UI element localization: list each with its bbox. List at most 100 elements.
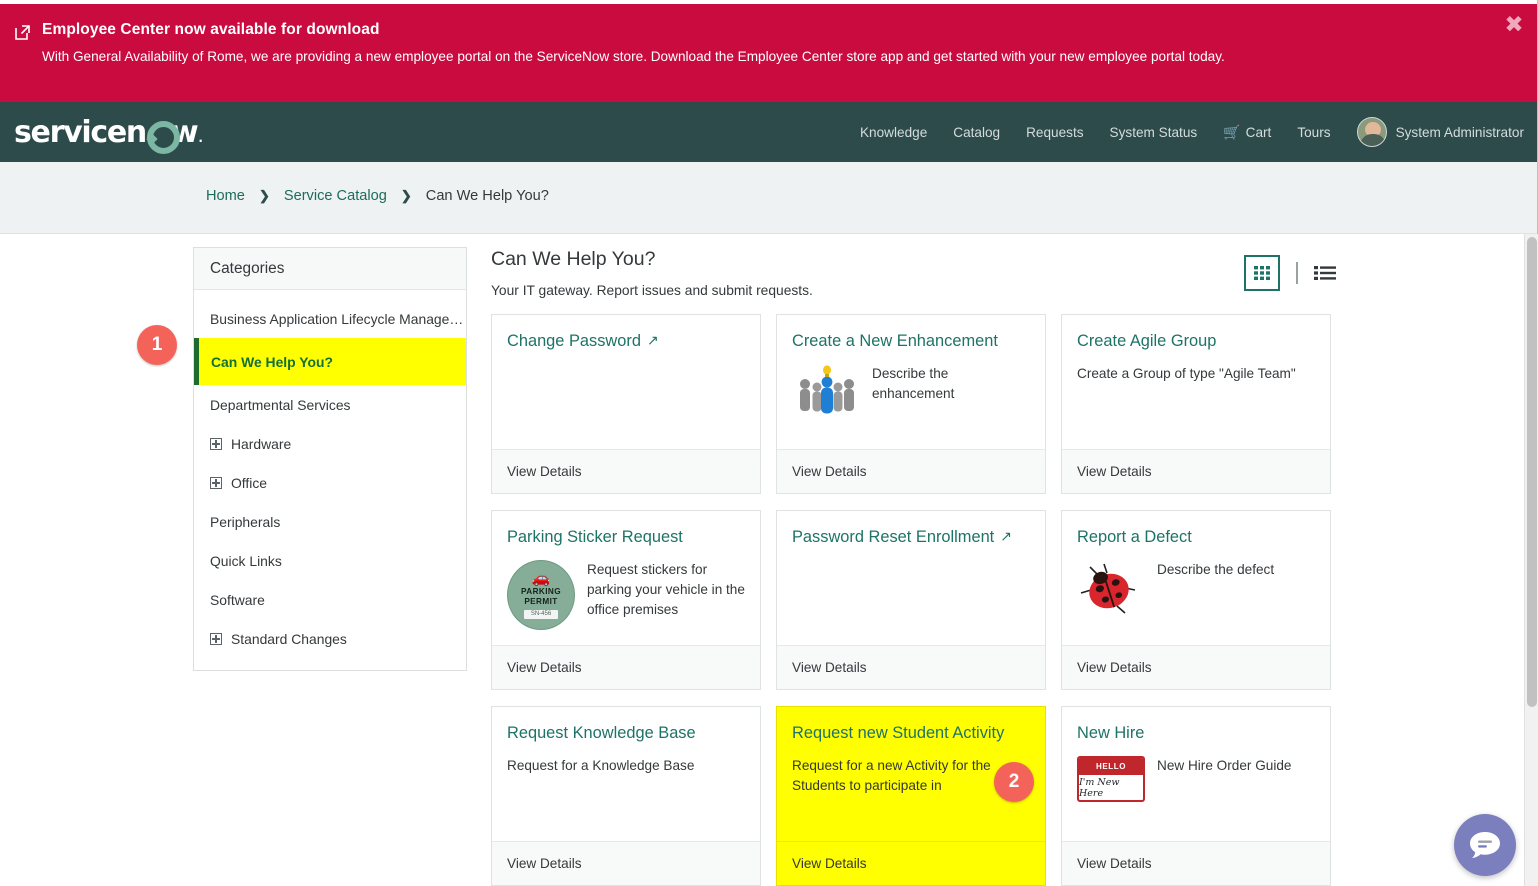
sidebar-item-quick-links[interactable]: Quick Links	[194, 541, 466, 580]
card-body: Password Reset Enrollment ↗	[777, 511, 1045, 645]
sidebar-item-can-we-help-you[interactable]: Can We Help You?	[194, 338, 466, 385]
card-title: Report a Defect	[1077, 527, 1315, 548]
nav-item-cart[interactable]: 🛒 Cart	[1223, 124, 1271, 141]
card-body: Create Agile Group Create a Group of typ…	[1062, 315, 1330, 449]
external-link-icon: ↗	[646, 332, 659, 348]
user-name: System Administrator	[1395, 124, 1524, 140]
sidebar-item-label: Business Application Lifecycle Manage…	[210, 310, 464, 327]
logo-tm: .	[198, 130, 203, 145]
view-details-link[interactable]: View Details	[1062, 841, 1330, 885]
card-title: Parking Sticker Request	[507, 527, 745, 548]
card-create-agile-group[interactable]: Create Agile Group Create a Group of typ…	[1061, 314, 1331, 494]
category-list: Business Application Lifecycle Manage… C…	[194, 290, 466, 670]
card-description: Create a Group of type "Agile Team"	[1077, 366, 1296, 381]
card-report-a-defect[interactable]: Report a Defect Describe the defect View…	[1061, 510, 1331, 690]
sidebar-item-label: Software	[210, 591, 265, 608]
sidebar-item-business-application-lifecycle-management[interactable]: Business Application Lifecycle Manage…	[194, 299, 466, 338]
servicenow-logo[interactable]: servicen w.	[14, 114, 203, 154]
nav-item-requests[interactable]: Requests	[1026, 125, 1083, 140]
cart-label: Cart	[1245, 124, 1272, 140]
card-password-reset-enrollment[interactable]: Password Reset Enrollment ↗ View Details	[776, 510, 1046, 690]
view-details-link[interactable]: View Details	[777, 449, 1045, 493]
card-title: Request Knowledge Base	[507, 723, 745, 744]
catalog-header: Can We Help You? Your IT gateway. Report…	[491, 247, 1336, 298]
external-link-icon	[14, 24, 31, 41]
card-new-hire[interactable]: New Hire HELLO I'm New Here New Hire Ord…	[1061, 706, 1331, 886]
expand-plus-icon[interactable]	[210, 476, 222, 489]
sidebar-item-peripherals[interactable]: Peripherals	[194, 502, 466, 541]
card-description: Request for a Knowledge Base	[507, 758, 695, 773]
view-details-link[interactable]: View Details	[492, 449, 760, 493]
view-details-link[interactable]: View Details	[1062, 449, 1330, 493]
card-parking-sticker-request[interactable]: Parking Sticker Request 🚗 PARKING PERMIT…	[491, 510, 761, 690]
expand-plus-icon[interactable]	[210, 632, 222, 645]
card-request-knowledge-base[interactable]: Request Knowledge Base Request for a Kno…	[491, 706, 761, 886]
card-title-text: Create Agile Group	[1077, 332, 1217, 350]
avatar	[1356, 117, 1387, 147]
sidebar-item-hardware[interactable]: Hardware	[194, 424, 466, 463]
view-details-link[interactable]: View Details	[1062, 645, 1330, 689]
ladybug-icon	[1077, 560, 1145, 623]
toggle-divider	[1296, 262, 1298, 284]
view-details-link[interactable]: View Details	[492, 841, 760, 885]
card-title-text: Parking Sticker Request	[507, 528, 683, 546]
card-title-text: Request new Student Activity	[792, 724, 1005, 742]
parking-permit-icon: 🚗 PARKING PERMIT SN-456	[507, 560, 575, 630]
hello-body-text: I'm New Here	[1079, 776, 1120, 799]
chevron-right-icon: ❯	[258, 188, 270, 203]
vertical-scrollbar[interactable]	[1524, 234, 1538, 886]
nav-item-knowledge[interactable]: Knowledge	[860, 125, 927, 140]
sidebar-item-software[interactable]: Software	[194, 580, 466, 619]
top-navigation-bar: servicen w. Knowledge Catalog Requests Sy…	[0, 102, 1538, 162]
sidebar-item-departmental-services[interactable]: Departmental Services	[194, 385, 466, 424]
card-title: Password Reset Enrollment ↗	[792, 527, 1030, 548]
scrollbar-thumb[interactable]	[1527, 237, 1537, 707]
annotation-badge-2: 2	[994, 762, 1034, 802]
card-title-text: Report a Defect	[1077, 528, 1192, 546]
nav-item-catalog[interactable]: Catalog	[953, 125, 1000, 140]
expand-plus-icon[interactable]	[210, 437, 222, 450]
list-view-icon[interactable]	[1314, 264, 1336, 282]
external-link-icon: ↗	[1000, 528, 1012, 544]
card-title-text: Request Knowledge Base	[507, 724, 696, 742]
sidebar-item-label: Departmental Services	[210, 396, 351, 413]
card-body: Create a New Enhancement Describe the en…	[777, 315, 1045, 449]
card-create-a-new-enhancement[interactable]: Create a New Enhancement Describe the en…	[776, 314, 1046, 494]
card-content-row: Describe the defect	[1077, 560, 1315, 623]
grid-view-icon[interactable]	[1244, 255, 1280, 291]
nav-item-system-status[interactable]: System Status	[1110, 125, 1198, 140]
breadcrumb-item-home[interactable]: Home	[206, 188, 245, 204]
card-body: Parking Sticker Request 🚗 PARKING PERMIT…	[492, 511, 760, 645]
card-body: Report a Defect Describe the defect	[1062, 511, 1330, 645]
people-group-idea-icon	[792, 364, 860, 427]
sidebar-item-label: Can We Help You?	[211, 353, 333, 370]
sidebar-item-label: Quick Links	[210, 552, 282, 569]
parking-line-2: PERMIT	[524, 596, 558, 606]
logo-text-part1: servicen	[14, 114, 147, 150]
card-title-text: Change Password	[507, 332, 641, 350]
page-title: Can We Help You?	[491, 248, 656, 270]
parking-permit-number: SN-456	[523, 609, 559, 619]
announcement-body: With General Availability of Rome, we ar…	[42, 49, 1225, 64]
card-title-text: Password Reset Enrollment	[792, 528, 995, 546]
view-details-link[interactable]: View Details	[777, 841, 1045, 885]
sidebar-item-office[interactable]: Office	[194, 463, 466, 502]
sidebar-item-standard-changes[interactable]: Standard Changes	[194, 619, 466, 658]
close-icon[interactable]: ✖	[1502, 14, 1526, 38]
card-content-row: HELLO I'm New Here New Hire Order Guide	[1077, 756, 1315, 802]
card-body: Request Knowledge Base Request for a Kno…	[492, 707, 760, 841]
card-title: Create Agile Group	[1077, 331, 1315, 352]
categories-sidebar: Categories Business Application Lifecycl…	[193, 247, 467, 671]
view-details-link[interactable]: View Details	[492, 645, 760, 689]
user-menu[interactable]: System Administrator	[1356, 117, 1524, 147]
card-title: Request new Student Activity	[792, 723, 1030, 744]
view-details-link[interactable]: View Details	[777, 645, 1045, 689]
card-body: Change Password ↗	[492, 315, 760, 449]
nav-item-tours[interactable]: Tours	[1297, 125, 1330, 140]
breadcrumb-item-service-catalog[interactable]: Service Catalog	[284, 188, 387, 204]
service-catalog-page: Employee Center now available for downlo…	[0, 0, 1538, 886]
card-change-password[interactable]: Change Password ↗ View Details	[491, 314, 761, 494]
chat-bubble-icon[interactable]	[1454, 814, 1516, 876]
catalog-content: Categories Business Application Lifecycl…	[0, 234, 1524, 886]
catalog-item-grid: Change Password ↗ View Details Create a …	[491, 314, 1338, 886]
